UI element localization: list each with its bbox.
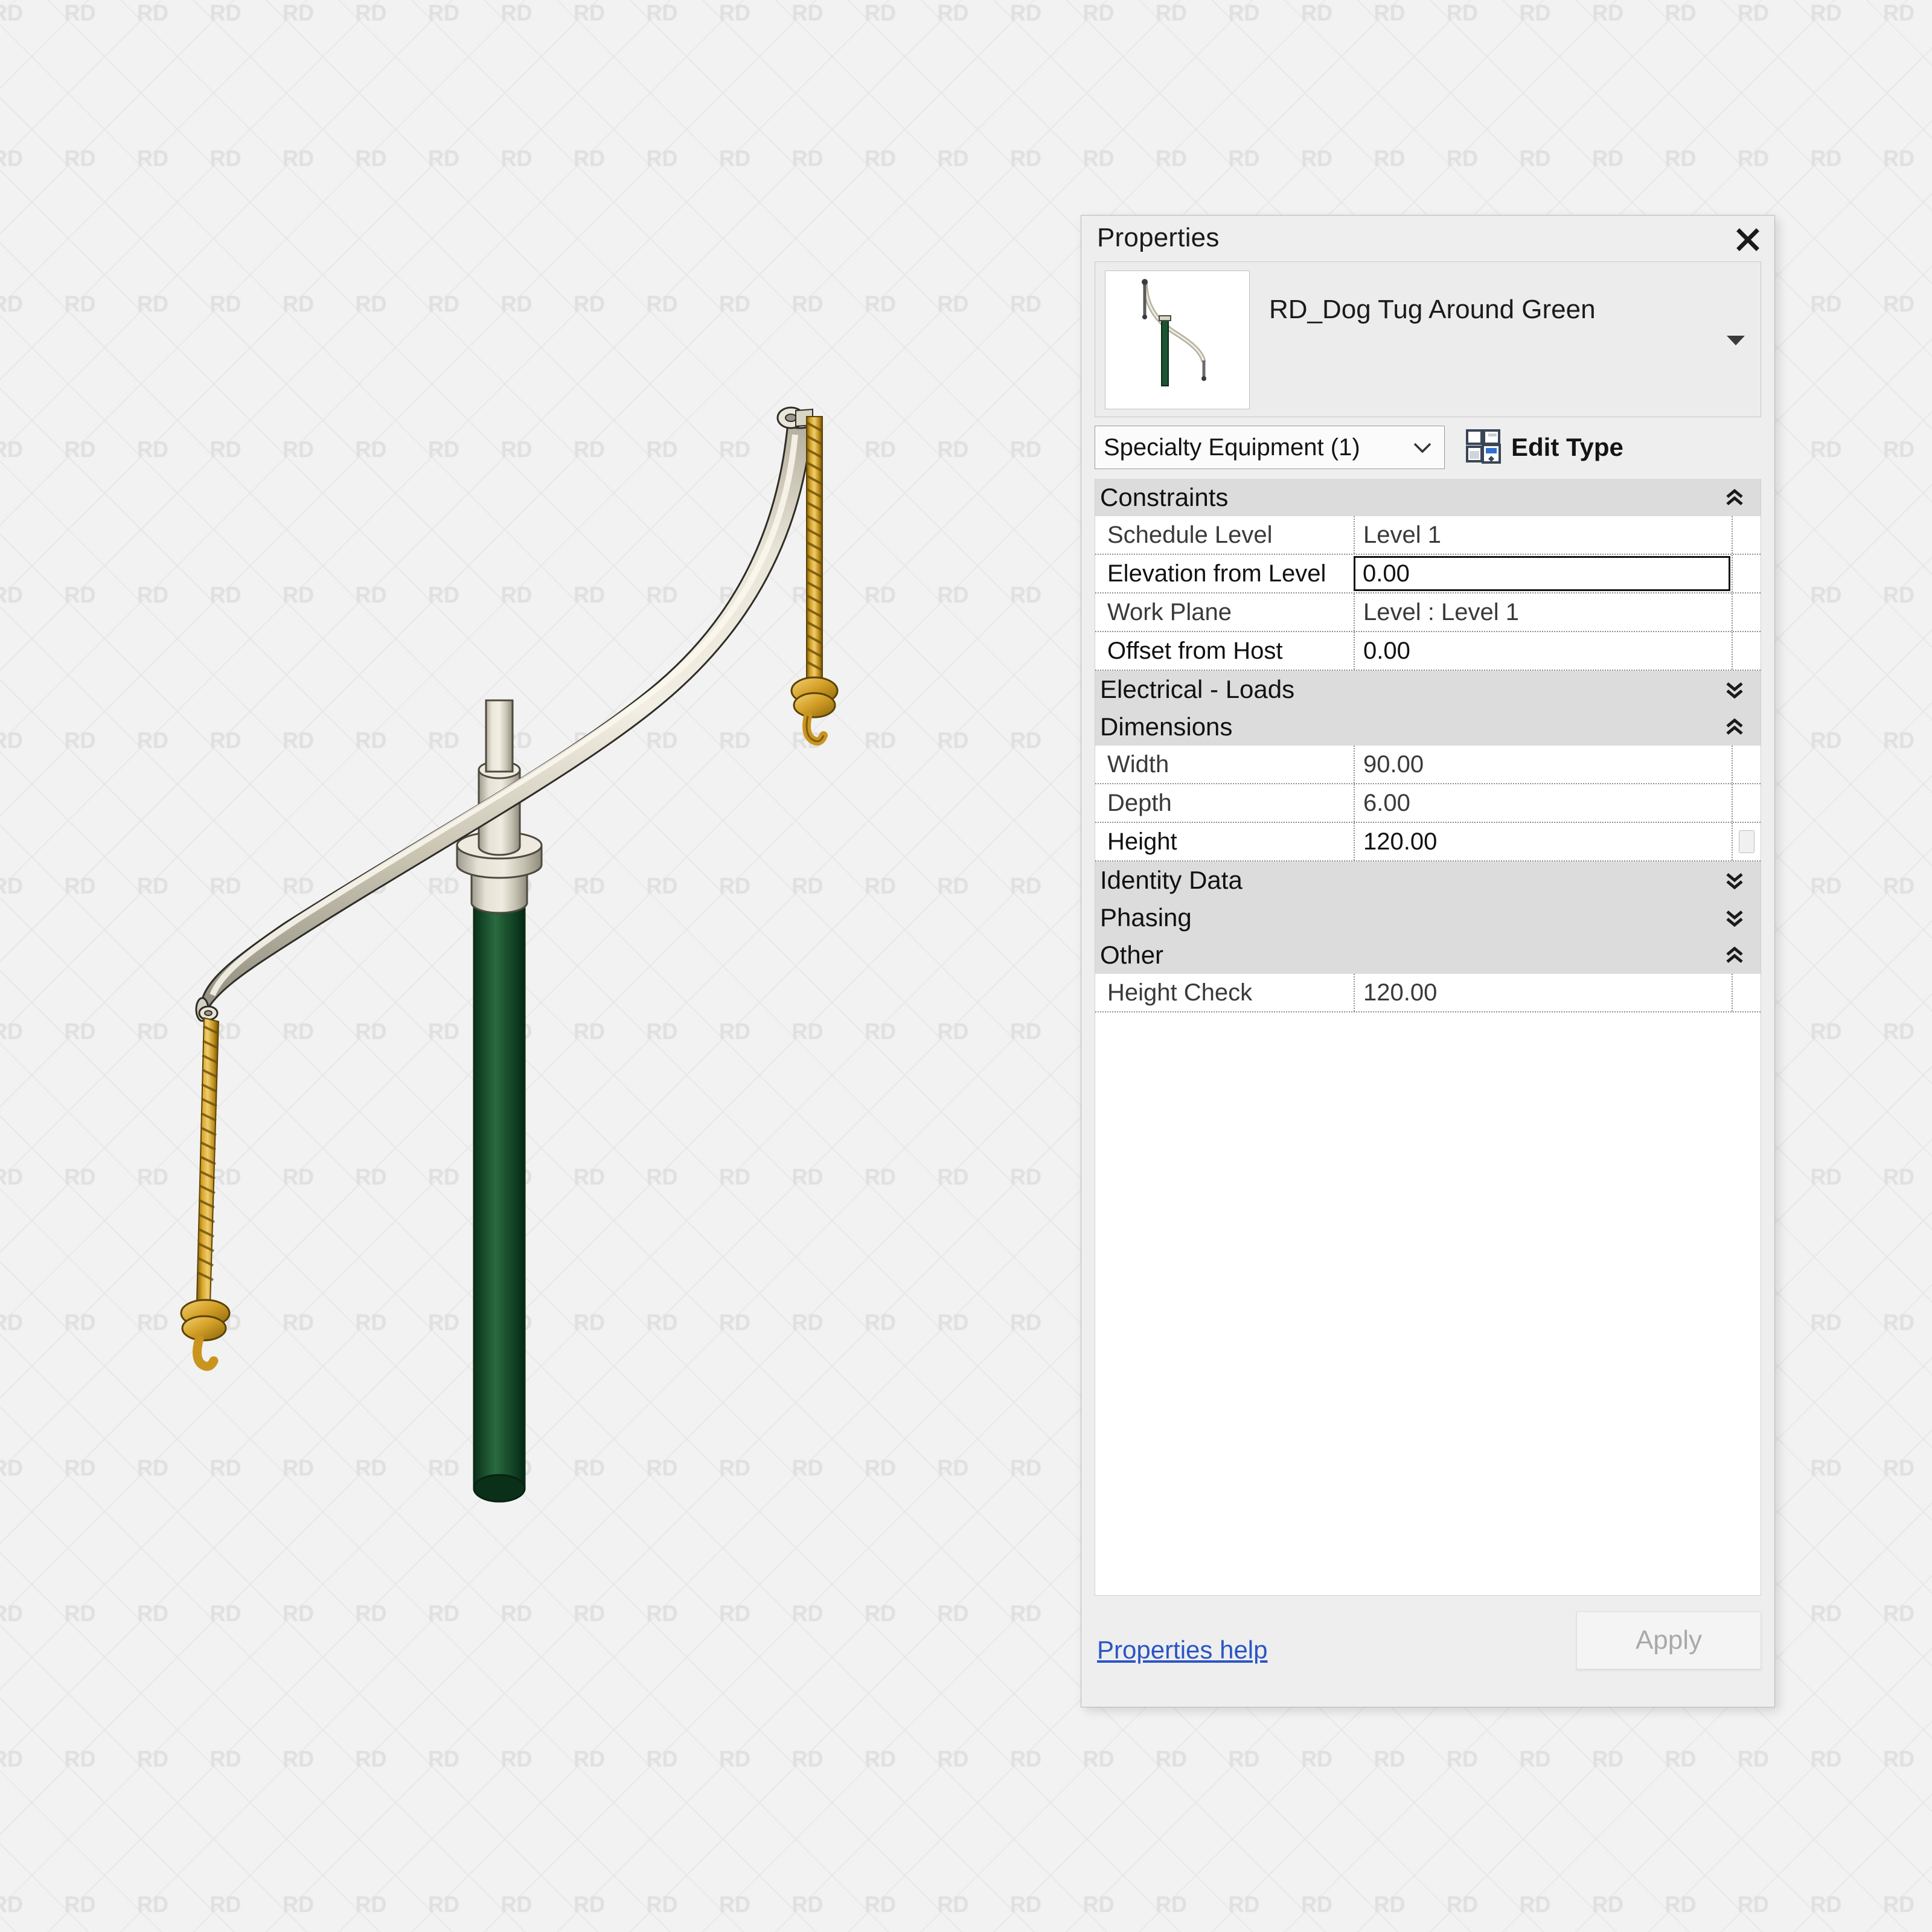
parameter-value[interactable]: Level : Level 1 [1354, 593, 1732, 631]
group-header-phasing[interactable]: Phasing [1095, 899, 1761, 936]
group-header-label: Identity Data [1100, 866, 1243, 894]
parameter-button-cell [1732, 632, 1761, 670]
parameter-row[interactable]: Depth 6.00 [1095, 783, 1761, 822]
parameter-name: Height Check [1107, 979, 1253, 1006]
parameter-row[interactable]: Elevation from Level 0.00 [1095, 554, 1761, 592]
parameter-row[interactable]: Offset from Host 0.00 [1095, 631, 1761, 671]
close-icon[interactable] [1731, 223, 1765, 257]
edit-type-button[interactable]: Edit Type [1465, 428, 1623, 467]
parameter-row[interactable]: Work Plane Level : Level 1 [1095, 592, 1761, 631]
parameter-button-cell [1732, 516, 1761, 554]
parameter-name: Offset from Host [1107, 637, 1283, 664]
type-selector-card[interactable]: RD_Dog Tug Around Green [1095, 261, 1761, 417]
parameter-row[interactable]: Height Check 120.00 [1095, 974, 1761, 1012]
properties-palette: Properties RD_Dog Tug Around Green Speci… [1081, 215, 1775, 1707]
group-header-dimensions[interactable]: Dimensions [1095, 708, 1761, 746]
parameter-value[interactable]: Level 1 [1354, 516, 1732, 554]
group-header-other[interactable]: Other [1095, 936, 1761, 974]
left-eyelet [198, 1005, 219, 1021]
parameter-value[interactable]: 120.00 [1354, 974, 1732, 1011]
group-header-label: Other [1100, 941, 1164, 969]
type-name-label: RD_Dog Tug Around Green [1269, 295, 1596, 324]
category-select-value: Specialty Equipment (1) [1104, 433, 1360, 461]
parameter-value[interactable]: 0.00 [1354, 632, 1732, 670]
group-header-label: Dimensions [1100, 712, 1233, 741]
double-chevron-up-icon[interactable] [1724, 946, 1745, 964]
parameter-value[interactable]: 0.00 [1354, 556, 1730, 591]
category-row: Specialty Equipment (1) Edit Type [1095, 426, 1761, 469]
chevron-down-icon [1412, 440, 1444, 455]
group-header-constraints[interactable]: Constraints [1095, 479, 1761, 516]
double-chevron-up-icon[interactable] [1724, 488, 1745, 507]
type-thumbnail [1105, 270, 1250, 409]
palette-footer: Properties help Apply [1095, 1604, 1761, 1694]
parameter-name: Schedule Level [1107, 521, 1273, 548]
apply-button[interactable]: Apply [1576, 1611, 1761, 1669]
double-chevron-down-icon[interactable] [1724, 871, 1745, 889]
rope-knot-left [180, 1299, 231, 1371]
edit-type-icon [1465, 428, 1502, 467]
group-header-electrical-loads[interactable]: Electrical - Loads [1095, 671, 1761, 708]
group-header-identity-data[interactable]: Identity Data [1095, 862, 1761, 899]
double-chevron-down-icon[interactable] [1724, 909, 1745, 927]
parameter-button-cell[interactable] [1732, 823, 1761, 860]
group-header-label: Constraints [1100, 483, 1229, 511]
parameter-value[interactable]: 90.00 [1354, 746, 1732, 783]
parameter-value[interactable]: 120.00 [1354, 823, 1732, 860]
double-chevron-down-icon[interactable] [1724, 680, 1745, 699]
parameter-name: Width [1107, 750, 1169, 778]
group-header-label: Phasing [1100, 903, 1192, 932]
associate-parameter-button[interactable] [1739, 830, 1754, 853]
parameter-name: Height [1107, 828, 1177, 855]
parameter-button-cell [1732, 746, 1761, 783]
parameter-table: Constraints Schedule Level Level 1 Elevatio… [1095, 479, 1761, 1596]
parameter-name: Work Plane [1107, 598, 1232, 625]
parameter-button-cell [1732, 593, 1761, 631]
double-chevron-up-icon[interactable] [1724, 718, 1745, 736]
parameter-row[interactable]: Width 90.00 [1095, 746, 1761, 783]
parameter-button-cell [1732, 974, 1761, 1011]
parameter-button-cell [1732, 784, 1761, 822]
parameter-name: Elevation from Level [1107, 560, 1326, 587]
parameter-row[interactable]: Schedule Level Level 1 [1095, 516, 1761, 554]
category-select[interactable]: Specialty Equipment (1) [1095, 426, 1445, 469]
parameter-button-cell [1732, 555, 1761, 592]
parameter-row[interactable]: Height 120.00 [1095, 822, 1761, 862]
group-header-label: Electrical - Loads [1100, 675, 1295, 703]
parameter-name: Depth [1107, 789, 1172, 816]
caret-down-icon[interactable] [1726, 330, 1746, 350]
page-title: Properties [1097, 223, 1220, 252]
properties-help-link[interactable]: Properties help [1097, 1636, 1268, 1665]
rope-left [180, 1017, 231, 1371]
dog-tug-around-model [180, 406, 839, 1503]
parameter-value[interactable]: 6.00 [1354, 784, 1732, 822]
edit-type-label: Edit Type [1511, 433, 1623, 461]
rope-knot-right [790, 676, 839, 746]
green-post [473, 898, 526, 1503]
